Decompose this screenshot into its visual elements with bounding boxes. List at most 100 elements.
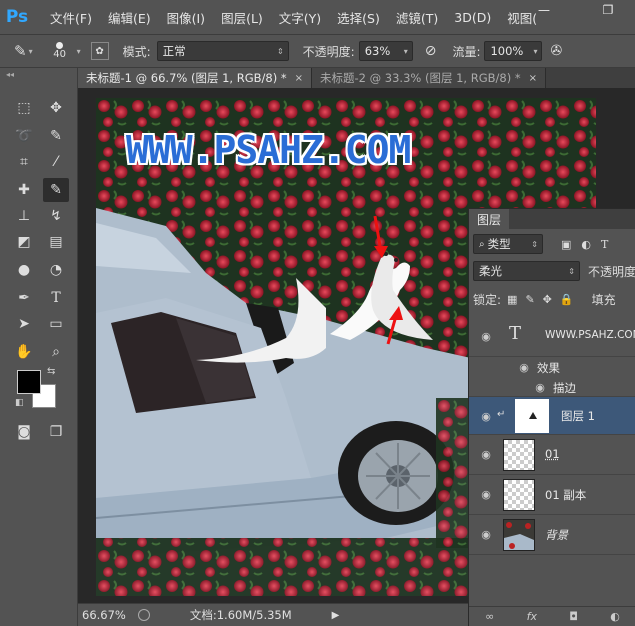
layer-row-01[interactable]: ◉ 01 — [469, 435, 635, 475]
clone-stamp-tool-icon[interactable]: ⊥ — [11, 204, 37, 228]
document-tab-1[interactable]: 未标题-1 @ 66.7% (图层 1, RGB/8) * × — [78, 68, 312, 88]
adjustment-layer-icon[interactable]: ◐ — [610, 610, 620, 623]
layer-name: 01 副本 — [545, 488, 587, 502]
filter-adjustment-icon[interactable]: ◐ — [581, 238, 591, 251]
layer-name: WWW.PSAHZ.COM — [545, 329, 635, 341]
zoom-level[interactable]: 66.67% — [82, 608, 126, 622]
layer-row-background[interactable]: ◉ 背景 — [469, 515, 635, 555]
opacity-field[interactable]: 63% ▾ — [358, 41, 413, 61]
filter-type-select[interactable]: ⌕ 类型 ⇕ — [473, 234, 543, 254]
pen-tool-icon[interactable]: ✒ — [11, 286, 37, 310]
path-select-tool-icon[interactable]: ➤ — [11, 312, 37, 336]
blend-mode-select[interactable]: 柔光 ⇕ — [473, 261, 580, 281]
tool-preset-dropdown-icon[interactable]: ▾ — [29, 47, 33, 56]
tab-layers[interactable]: 图层 — [469, 209, 510, 229]
brush-picker-dropdown-icon[interactable]: ▾ — [77, 47, 81, 56]
menu-layer[interactable]: 图层(L) — [221, 8, 263, 27]
eyedropper-tool-icon[interactable]: ⁄ — [43, 150, 69, 174]
menu-edit[interactable]: 编辑(E) — [108, 8, 151, 27]
rectangle-tool-icon[interactable]: ▭ — [43, 312, 69, 336]
foreground-color-swatch[interactable] — [17, 370, 41, 394]
document-size: 文档:1.60M/5.35M — [189, 608, 292, 622]
visibility-eye-icon[interactable]: ◉ — [479, 448, 493, 461]
default-colors-icon[interactable]: ◧ — [15, 398, 24, 408]
zoom-tool-icon[interactable]: ⌕ — [43, 340, 69, 364]
effects-label: 效果 — [537, 361, 560, 375]
layers-panel-footer: ∞ fx ◘ ◐ — [469, 606, 635, 626]
lock-transparent-icon[interactable]: ▦ — [507, 293, 517, 306]
layer-row-01-copy[interactable]: ◉ 01 副本 — [469, 475, 635, 515]
dodge-tool-icon[interactable]: ◔ — [43, 258, 69, 282]
visibility-eye-icon[interactable]: ◉ — [479, 528, 493, 541]
visibility-eye-icon[interactable]: ◉ — [479, 488, 493, 501]
restore-button[interactable]: ❐ — [592, 0, 624, 20]
lock-row: 锁定: ▦ ✎ ✥ 🔒 填充 — [473, 289, 635, 309]
gradient-tool-icon[interactable]: ▤ — [43, 230, 69, 254]
lock-label: 锁定: — [473, 292, 502, 307]
brush-preset-picker[interactable]: 40 — [45, 37, 75, 65]
history-brush-tool-icon[interactable]: ↯ — [43, 204, 69, 228]
watermark-text: WWW.PSAHZ.COM — [126, 128, 411, 172]
lock-all-icon[interactable]: 🔒 — [560, 293, 574, 306]
flow-label: 流量: — [452, 44, 481, 59]
hand-tool-icon[interactable]: ✋ — [11, 340, 37, 364]
layer-opacity-label: 不透明度 — [587, 264, 635, 279]
layer-effect-stroke-row[interactable]: ◉ 描边 — [469, 377, 635, 397]
status-expand-icon[interactable]: ▶ — [332, 610, 340, 621]
brush-tool-icon[interactable]: ✎ — [14, 42, 27, 60]
menu-file[interactable]: 文件(F) — [50, 8, 92, 27]
document-tab-2[interactable]: 未标题-2 @ 33.3% (图层 1, RGB/8) * × — [312, 68, 546, 88]
filter-text-icon[interactable]: T — [601, 238, 608, 251]
eraser-tool-icon[interactable]: ◩ — [11, 230, 37, 254]
lock-pixels-icon[interactable]: ✎ — [525, 293, 534, 306]
brush-tool-icon[interactable]: ✎ — [43, 178, 69, 202]
healing-brush-tool-icon[interactable]: ✚ — [11, 178, 37, 202]
lasso-tool-icon[interactable]: ➰ — [11, 124, 37, 148]
visibility-eye-icon[interactable]: ◉ — [533, 381, 547, 394]
menu-filter[interactable]: 滤镜(T) — [396, 8, 438, 27]
lock-position-icon[interactable]: ✥ — [543, 293, 552, 306]
menu-image[interactable]: 图像(I) — [167, 8, 205, 27]
pressure-opacity-icon[interactable]: ⊘ — [425, 43, 437, 59]
layer-thumbnail — [515, 399, 549, 433]
effect-stroke-label: 描边 — [553, 381, 576, 395]
blur-tool-icon[interactable]: ● — [11, 258, 37, 282]
document-tabs: 未标题-1 @ 66.7% (图层 1, RGB/8) * × 未标题-2 @ … — [78, 68, 635, 88]
move-tool-icon[interactable]: ✥ — [43, 96, 69, 120]
visibility-eye-icon[interactable]: ◉ — [517, 361, 531, 374]
quick-mask-icon[interactable]: ◙ — [11, 420, 37, 444]
swap-colors-icon[interactable]: ⇆ — [47, 366, 55, 377]
menu-type[interactable]: 文字(Y) — [279, 8, 321, 27]
close-icon[interactable]: × — [529, 73, 537, 84]
visibility-eye-icon[interactable]: ◉ — [479, 330, 493, 343]
add-mask-icon[interactable]: ◘ — [569, 610, 578, 623]
type-tool-icon[interactable]: T — [43, 286, 69, 310]
visibility-eye-icon[interactable]: ◉ — [479, 410, 493, 423]
layer-thumbnail — [503, 439, 535, 471]
status-menu-icon[interactable] — [137, 609, 150, 621]
airbrush-icon[interactable]: ✇ — [550, 43, 562, 59]
screen-mode-icon[interactable]: ❐ — [43, 420, 69, 444]
opacity-value: 63% — [364, 44, 391, 58]
text-layer-icon: T — [509, 323, 522, 344]
tools-panel: ◂◂ ⬚ ✥ ➰ ✎ ⌗ ⁄ ✚ ✎ ⊥ ↯ ◩ ▤ ● ◔ ✒ T ➤ ▭ ✋… — [0, 68, 78, 626]
layer-row-layer1[interactable]: ◉ ↵ 图层 1 — [469, 397, 635, 435]
flow-field[interactable]: 100% ▾ — [484, 41, 543, 61]
brush-panel-toggle-icon[interactable]: ✿ — [90, 42, 109, 60]
chevron-down-icon: ▾ — [403, 46, 408, 56]
menu-3d[interactable]: 3D(D) — [454, 10, 491, 25]
link-layers-icon[interactable]: ∞ — [485, 610, 494, 623]
layer-effects-row[interactable]: ◉ 效果 — [469, 357, 635, 377]
layer-row-text[interactable]: ◉ T WWW.PSAHZ.COM — [469, 315, 635, 357]
filter-pixel-icon[interactable]: ▣ — [561, 238, 571, 251]
collapse-panel-icon[interactable]: ◂◂ — [6, 70, 14, 79]
marquee-tool-icon[interactable]: ⬚ — [11, 96, 37, 120]
fx-icon[interactable]: fx — [527, 610, 537, 623]
crop-tool-icon[interactable]: ⌗ — [11, 150, 37, 174]
mode-select[interactable]: 正常 ⇕ — [156, 41, 289, 61]
menu-select[interactable]: 选择(S) — [337, 8, 380, 27]
quick-select-tool-icon[interactable]: ✎ — [43, 124, 69, 148]
close-icon[interactable]: × — [295, 73, 303, 84]
search-icon: ⌕ — [479, 238, 485, 250]
minimize-button[interactable]: — — [528, 0, 560, 20]
